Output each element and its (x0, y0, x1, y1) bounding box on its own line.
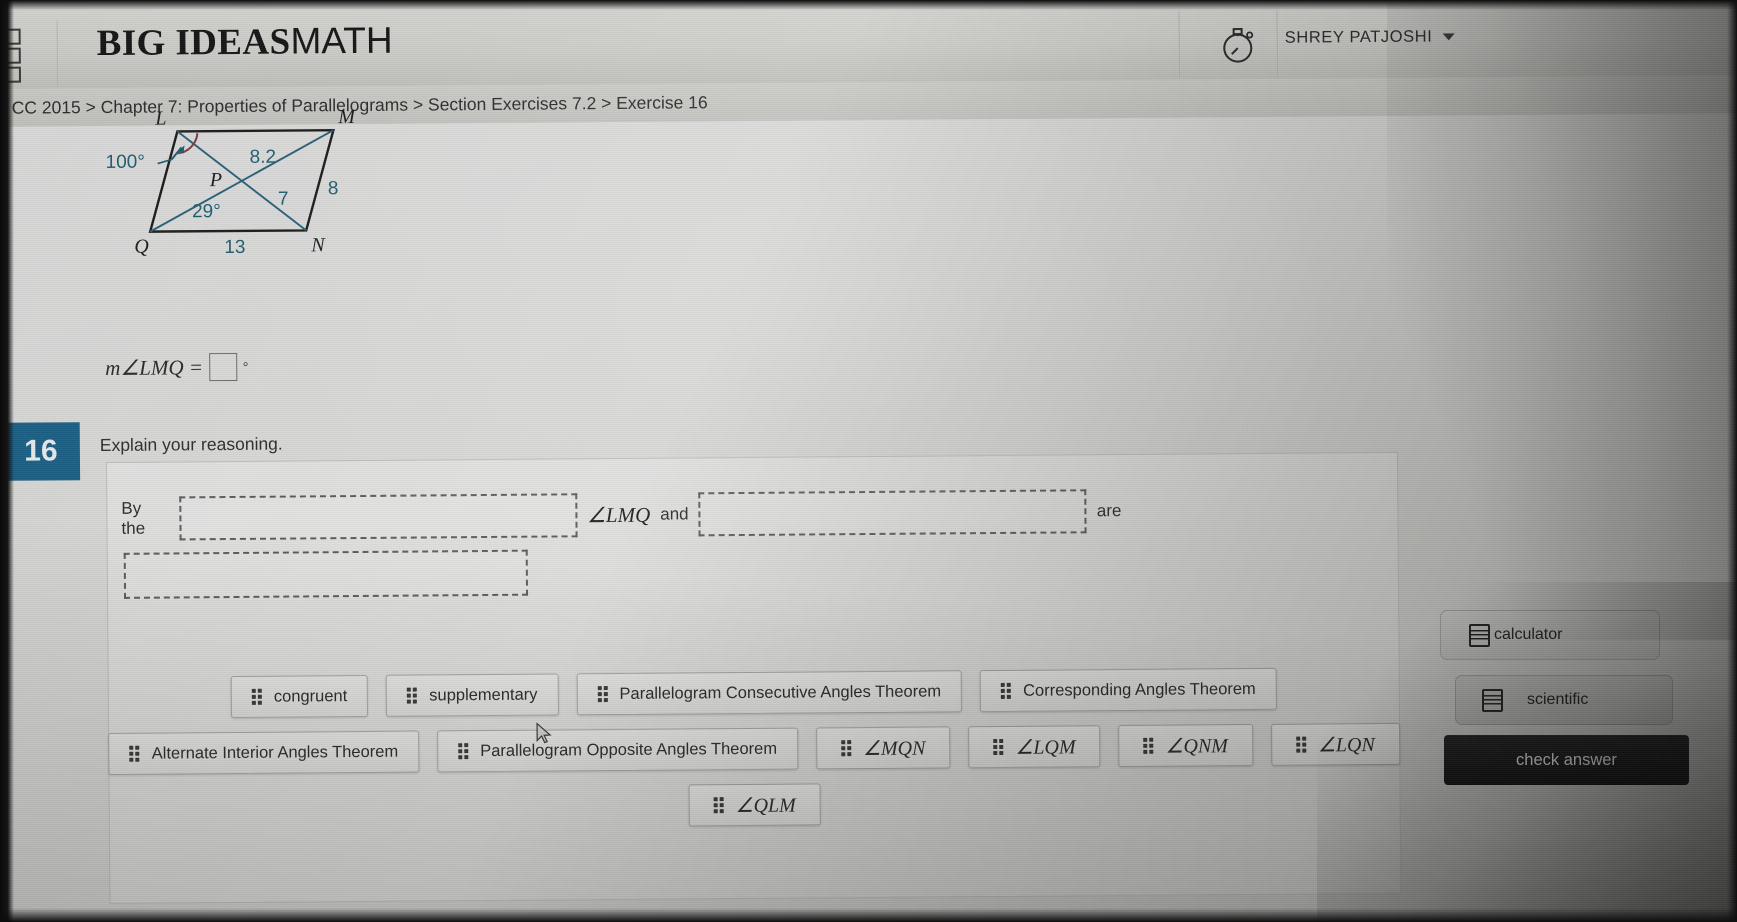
figure-length-8-2: 8.2 (249, 146, 277, 168)
user-name-label: SHREY PATJOSHI (1284, 27, 1433, 47)
mouse-pointer-icon (536, 722, 554, 746)
header-divider-mid (1178, 11, 1180, 78)
figure-label-P: P (209, 169, 223, 192)
figure-label-N: N (311, 234, 325, 257)
answer-dropzone-2[interactable] (698, 489, 1087, 537)
chip-label: Alternate Interior Angles Theorem (151, 742, 399, 763)
degree-symbol: ° (242, 358, 249, 374)
chip-label: congruent (273, 686, 348, 706)
drag-handle-icon (1143, 737, 1154, 754)
chip-angle-lqm[interactable]: ∠LQM (968, 725, 1101, 769)
equation-expression: m∠LMQ = (105, 354, 204, 380)
chip-label: ∠QLM (735, 794, 796, 817)
chip-label: supplementary (429, 685, 538, 704)
chip-label: Parallelogram Consecutive Angles Theorem (619, 681, 942, 703)
drag-handle-icon (251, 688, 262, 705)
answer-sentence: By the ∠LMQ and are (121, 489, 1121, 541)
chip-row-1: congruent supplementary Parallelogram Co… (109, 667, 1399, 719)
sentence-lead-text: By the (121, 498, 146, 538)
chip-label: ∠MQN (862, 737, 926, 760)
figure-label-L: L (155, 107, 167, 130)
calculator-icon (1482, 688, 1503, 712)
brand-bold-text: BIG IDEAS (96, 21, 291, 65)
chip-angle-lqn[interactable]: ∠LQN (1270, 722, 1400, 766)
chip-corresponding-angles-theorem[interactable]: Corresponding Angles Theorem (979, 667, 1277, 713)
chip-angle-qlm[interactable]: ∠QLM (688, 783, 821, 827)
figure-label-Q: Q (134, 235, 149, 258)
figure-label-M: M (338, 106, 356, 129)
chip-supplementary[interactable]: supplementary (386, 673, 559, 717)
calculator-label: calculator (1494, 626, 1563, 643)
chip-alternate-interior-angles-theorem[interactable]: Alternate Interior Angles Theorem (108, 730, 420, 775)
drag-handle-icon (1295, 736, 1306, 753)
brand-light-text: MATH (290, 19, 393, 62)
photo-edge-bottom (0, 908, 1737, 922)
brand-logo: BIG IDEASMATH (97, 20, 393, 65)
scientific-label: scientific (1527, 691, 1589, 708)
chip-label: ∠QNM (1165, 734, 1229, 758)
photo-edge-top (0, 0, 1737, 10)
calculator-icon (1469, 623, 1490, 647)
figure-length-7: 7 (277, 188, 289, 210)
photo-edge-right (1727, 0, 1737, 922)
chip-angle-qnm[interactable]: ∠QNM (1118, 723, 1254, 768)
check-answer-label: check answer (1516, 750, 1617, 769)
drag-handle-icon (597, 686, 608, 703)
exercise-page: L M Q N P 100° 29° 8.2 7 8 13 m∠LMQ = ° … (0, 106, 1737, 922)
chip-label: ∠LQN (1317, 733, 1375, 756)
figure-length-8: 8 (327, 178, 339, 200)
header-divider-left (56, 20, 59, 87)
user-menu[interactable]: SHREY PATJOSHI (1285, 27, 1455, 47)
photographed-screen: BIG IDEASMATH SHREY PATJOSHI v: CC 2015 … (0, 0, 1737, 922)
chip-label: Corresponding Angles Theorem (1023, 679, 1256, 700)
check-answer-button[interactable]: check answer (1444, 735, 1689, 785)
header-divider-right (1276, 10, 1278, 77)
chip-row-2: Alternate Interior Angles Theorem Parall… (108, 722, 1400, 775)
sentence-angle-lmq: ∠LMQ (586, 502, 651, 527)
sentence-are-text: are (1096, 501, 1122, 521)
drag-handle-icon (458, 743, 469, 760)
drag-handle-icon (713, 797, 724, 814)
chip-label: ∠LQM (1015, 735, 1076, 759)
drag-handle-icon (993, 738, 1004, 756)
chip-label: Parallelogram Opposite Angles Theorem (480, 739, 778, 760)
scientific-calculator-button[interactable]: scientific (1455, 675, 1673, 725)
sentence-and-text: and (660, 504, 689, 524)
figure-angle-29: 29° (191, 201, 221, 223)
figure-angle-100: 100° (105, 151, 146, 173)
answer-chip-tray: congruent supplementary Parallelogram Co… (108, 667, 1401, 903)
angle-equation: m∠LMQ = ° (105, 352, 249, 382)
chip-parallelogram-consecutive-angles-theorem[interactable]: Parallelogram Consecutive Angles Theorem (576, 670, 963, 716)
chevron-down-icon (1442, 33, 1455, 41)
calculator-button[interactable]: calculator (1440, 610, 1660, 660)
drag-handle-icon (840, 740, 852, 757)
figure-length-13: 13 (224, 236, 246, 259)
drag-handle-icon (407, 687, 418, 704)
drag-handle-icon (1001, 682, 1012, 699)
drag-handle-icon (129, 745, 140, 762)
stopwatch-icon[interactable] (1207, 17, 1271, 72)
equation-answer-input[interactable] (208, 352, 238, 382)
answer-workspace: By the ∠LMQ and are congruent supplement… (105, 451, 1402, 904)
geometry-figure: L M Q N P 100° 29° 8.2 7 8 13 (105, 106, 396, 280)
chip-angle-mqn[interactable]: ∠MQN (815, 726, 951, 770)
chip-congruent[interactable]: congruent (230, 674, 369, 719)
question-prompt: Explain your reasoning. (99, 433, 283, 456)
chip-parallelogram-opposite-angles-theorem[interactable]: Parallelogram Opposite Angles Theorem (437, 727, 799, 773)
answer-dropzone-3[interactable] (123, 549, 529, 599)
parallelogram-svg (148, 128, 335, 233)
photo-edge-left (0, 0, 14, 922)
chip-row-3: ∠QLM (110, 779, 1400, 831)
answer-dropzone-1[interactable] (178, 493, 578, 541)
